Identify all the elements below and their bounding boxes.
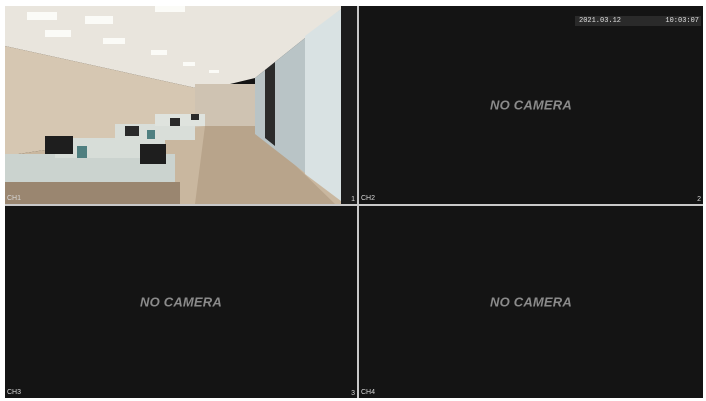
timestamp-date: 2021.03.12 bbox=[579, 17, 622, 25]
channel-label: CH3 bbox=[7, 389, 22, 396]
channel-number: 1 bbox=[351, 196, 355, 203]
channel-label: CH2 bbox=[361, 195, 376, 202]
camera-grid: CH1 1 2021.03.12 10:03:07 NO CAMERA CH2 … bbox=[5, 6, 703, 398]
channel-1-view[interactable]: CH1 1 bbox=[5, 6, 357, 204]
channel-4-view[interactable]: NO CAMERA CH4 bbox=[359, 206, 703, 398]
channel-label: CH1 bbox=[7, 195, 22, 202]
no-camera-message: NO CAMERA bbox=[140, 294, 222, 310]
no-camera-message: NO CAMERA bbox=[490, 294, 572, 310]
channel-number: 3 bbox=[351, 390, 355, 397]
timestamp-time: 10:03:07 bbox=[665, 17, 699, 25]
channel-number: 2 bbox=[697, 196, 701, 203]
timestamp-overlay: 2021.03.12 10:03:07 bbox=[575, 16, 701, 26]
no-camera-message: NO CAMERA bbox=[490, 97, 572, 113]
channel-label: CH4 bbox=[361, 389, 376, 396]
office-camera-feed bbox=[5, 6, 357, 204]
channel-2-view[interactable]: 2021.03.12 10:03:07 NO CAMERA CH2 2 bbox=[359, 6, 703, 204]
channel-3-view[interactable]: NO CAMERA CH3 3 bbox=[5, 206, 357, 398]
